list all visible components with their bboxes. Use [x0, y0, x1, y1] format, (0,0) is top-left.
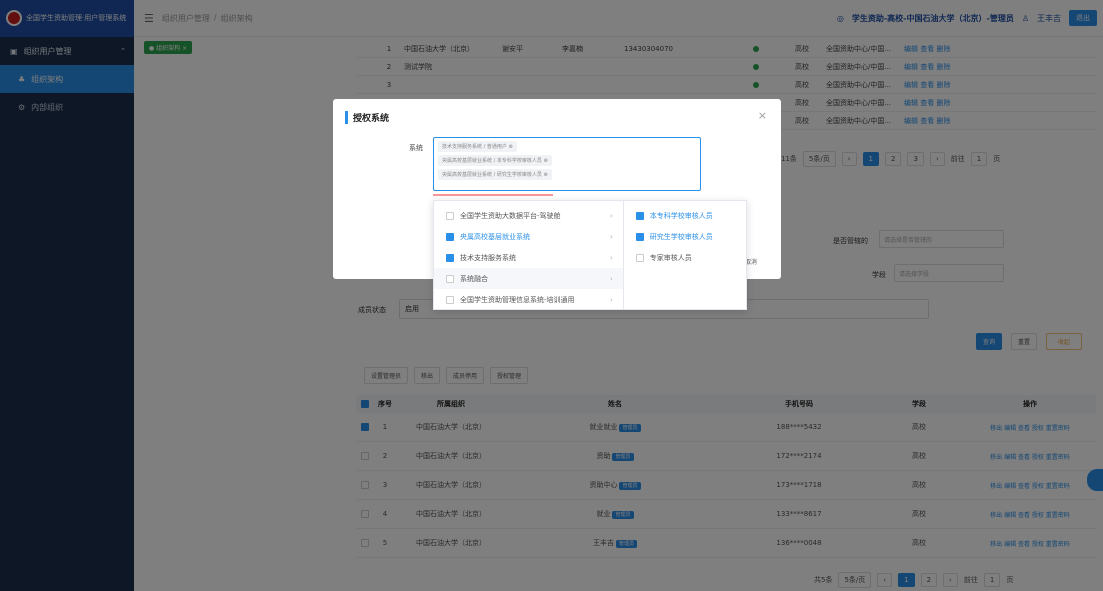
validation-error-text — [433, 194, 553, 196]
option-checkbox[interactable] — [635, 253, 644, 262]
cascader-level-1: 全国学生资助大数据平台-驾驶舱 › 央属高校基层就业系统 › 技术支持服务系统 … — [434, 201, 624, 309]
close-icon[interactable]: × — [758, 109, 767, 122]
cascader-option[interactable]: 本专科学校审核人员 — [624, 205, 746, 226]
selected-tag: 技术支持服务系统 / 普通用户 ⊗ — [438, 141, 517, 152]
selected-tag: 央属高校基层就业系统 / 研究生学校审核人员 ⊗ — [438, 169, 552, 180]
option-checkbox[interactable] — [635, 232, 644, 241]
cascader-option[interactable]: 系统融合 › — [434, 268, 623, 289]
option-checkbox[interactable] — [446, 274, 454, 283]
system-multiselect[interactable]: 技术支持服务系统 / 普通用户 ⊗ 央属高校基层就业系统 / 本专科学校审核人员… — [433, 137, 701, 191]
chevron-right-icon: › — [609, 232, 613, 241]
cascader-option[interactable]: 研究生学校审核人员 — [624, 226, 746, 247]
system-cascader-dropdown: 全国学生资助大数据平台-驾驶舱 › 央属高校基层就业系统 › 技术支持服务系统 … — [433, 200, 747, 310]
chevron-right-icon: › — [609, 211, 613, 220]
option-checkbox[interactable] — [446, 295, 454, 304]
chevron-right-icon: › — [609, 274, 613, 283]
cascader-option[interactable]: 全国学生资助管理信息系统-培训通用 › — [434, 289, 623, 310]
cascader-level-2: 本专科学校审核人员 研究生学校审核人员 专家审核人员 — [624, 201, 746, 309]
cascader-option[interactable]: 央属高校基层就业系统 › — [434, 226, 623, 247]
chevron-right-icon: › — [609, 253, 613, 262]
tag-close-icon[interactable]: ⊗ — [543, 158, 547, 164]
cascader-option[interactable]: 专家审核人员 — [624, 247, 746, 268]
selected-tag: 央属高校基层就业系统 / 本专科学校审核人员 ⊗ — [438, 155, 552, 166]
option-checkbox[interactable] — [446, 211, 454, 220]
tag-close-icon[interactable]: ⊗ — [508, 144, 512, 150]
tag-close-icon[interactable]: ⊗ — [543, 172, 547, 178]
option-checkbox[interactable] — [446, 253, 454, 262]
option-checkbox[interactable] — [635, 211, 644, 220]
cascader-option[interactable]: 全国学生资助大数据平台-驾驶舱 › — [434, 205, 623, 226]
modal-title: 授权系统 — [345, 111, 389, 124]
system-field-label: 系统 — [409, 144, 423, 152]
cascader-option[interactable]: 技术支持服务系统 › — [434, 247, 623, 268]
option-checkbox[interactable] — [446, 232, 454, 241]
chevron-right-icon: › — [609, 295, 613, 304]
